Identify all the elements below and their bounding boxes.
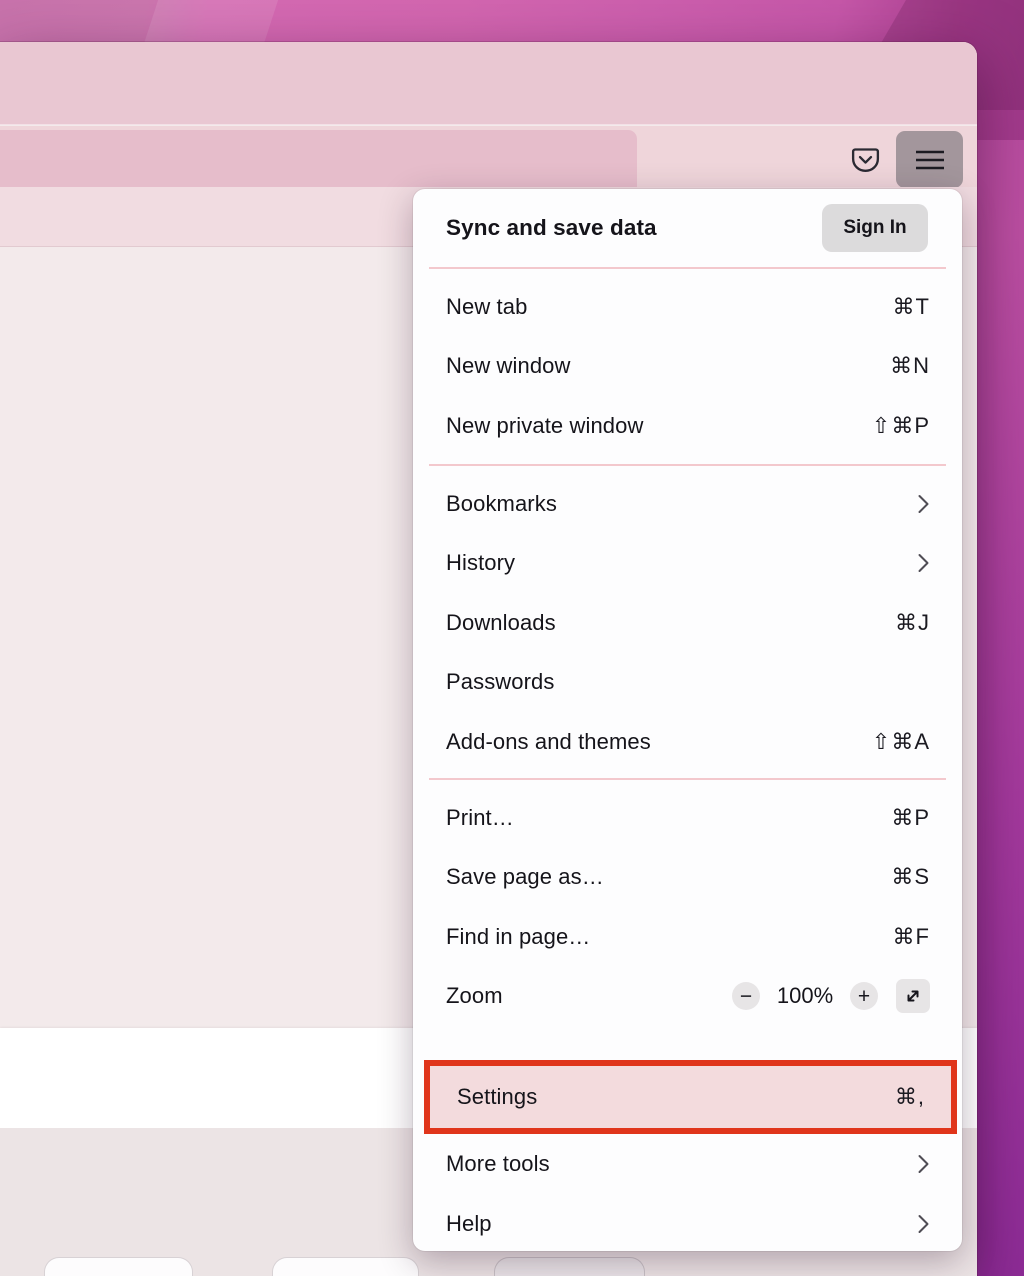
menu-item-label: Bookmarks (446, 491, 557, 517)
pocket-icon (849, 144, 882, 177)
menu-item-label: Passwords (446, 669, 555, 695)
navigation-toolbar (0, 126, 977, 187)
menu-item-shortcut: ⌘S (891, 864, 930, 890)
menu-item-new-tab[interactable]: New tab ⌘T (413, 277, 962, 337)
zoom-out-button[interactable]: − (732, 982, 760, 1010)
menu-item-new-private-window[interactable]: New private window ⇧⌘P (413, 396, 962, 456)
menu-items: New tab ⌘T New window ⌘N New private window ⇧… (413, 269, 962, 1251)
fullscreen-button[interactable] (896, 979, 930, 1013)
url-bar-region[interactable] (0, 130, 637, 187)
hamburger-menu-icon (914, 147, 946, 173)
menu-item-label: Add-ons and themes (446, 729, 651, 755)
menu-item-label: New window (446, 353, 571, 379)
chevron-right-icon (917, 1154, 930, 1174)
menu-item-add-ons-and-themes[interactable]: Add-ons and themes ⇧⌘A (413, 712, 962, 772)
menu-section: Settings ⌘, (413, 1060, 962, 1134)
menu-item-more-tools[interactable]: More tools (413, 1134, 962, 1194)
menu-item-settings[interactable]: Settings ⌘, (430, 1066, 951, 1128)
menu-item-label: Save page as… (446, 864, 604, 890)
menu-section: New tab ⌘T New window ⌘N New private window ⇧… (413, 269, 962, 464)
menu-item-shortcut: ⌘, (895, 1084, 925, 1110)
page-card (44, 1257, 193, 1276)
menu-item-bookmarks[interactable]: Bookmarks (413, 474, 962, 534)
menu-item-history[interactable]: History (413, 533, 962, 593)
menu-item-help[interactable]: Help (413, 1194, 962, 1251)
desktop: Sync and save data Sign In New tab⌘TNew … (0, 0, 1024, 1276)
menu-item-shortcut: ⌘P (891, 805, 930, 831)
menu-item-label: More tools (446, 1151, 550, 1177)
sync-row: Sync and save data Sign In (413, 189, 962, 267)
open-application-menu-button[interactable] (896, 131, 963, 188)
settings-highlight-annotation: Settings ⌘, (424, 1060, 957, 1134)
menu-item-label: New tab (446, 294, 527, 320)
menu-item-shortcut: ⇧⌘A (872, 729, 930, 755)
chevron-right-icon (917, 553, 930, 573)
pocket-button[interactable] (845, 140, 885, 180)
menu-item-label: History (446, 550, 515, 576)
menu-item-passwords[interactable]: Passwords (413, 653, 962, 713)
menu-item-shortcut: ⌘F (893, 924, 930, 950)
application-menu: Sync and save data Sign In New tab⌘TNew … (413, 189, 962, 1251)
chevron-right-icon (917, 494, 930, 514)
menu-item-label: Help (446, 1211, 492, 1237)
zoom-controls: −100%+ (732, 979, 930, 1013)
window-titlebar[interactable] (0, 42, 977, 125)
page-card (272, 1257, 419, 1276)
menu-item-label: Settings (457, 1084, 537, 1110)
chevron-right-icon (917, 1214, 930, 1234)
menu-item-shortcut: ⇧⌘P (872, 413, 930, 439)
zoom-in-button[interactable]: + (850, 982, 878, 1010)
menu-item-label: New private window (446, 413, 643, 439)
menu-item-shortcut: ⌘T (893, 294, 930, 320)
menu-item-label: Downloads (446, 610, 556, 636)
menu-item-save-page-as[interactable]: Save page as… ⌘S (413, 847, 962, 907)
menu-item-label: Find in page… (446, 924, 590, 950)
menu-section: Bookmarks History Downloads ⌘J Passwords Add-… (413, 466, 962, 778)
zoom-level[interactable]: 100% (760, 983, 850, 1009)
menu-item-shortcut: ⌘J (895, 610, 930, 636)
sync-label: Sync and save data (446, 215, 657, 241)
menu-item-print[interactable]: Print… ⌘P (413, 788, 962, 848)
menu-item-label: Print… (446, 805, 514, 831)
menu-section: Print… ⌘P Save page as… ⌘S Find in page… ⌘F Zo… (413, 780, 962, 1034)
menu-item-find-in-page[interactable]: Find in page… ⌘F (413, 907, 962, 967)
menu-item-label: Zoom (446, 983, 503, 1009)
menu-item-zoom[interactable]: Zoom −100%+ (413, 967, 962, 1027)
menu-item-shortcut: ⌘N (890, 353, 930, 379)
menu-section: More tools Help (413, 1134, 962, 1251)
page-card (494, 1257, 645, 1276)
fullscreen-icon (903, 986, 923, 1006)
menu-item-downloads[interactable]: Downloads ⌘J (413, 593, 962, 653)
sign-in-button[interactable]: Sign In (822, 204, 928, 252)
menu-item-new-window[interactable]: New window ⌘N (413, 337, 962, 397)
